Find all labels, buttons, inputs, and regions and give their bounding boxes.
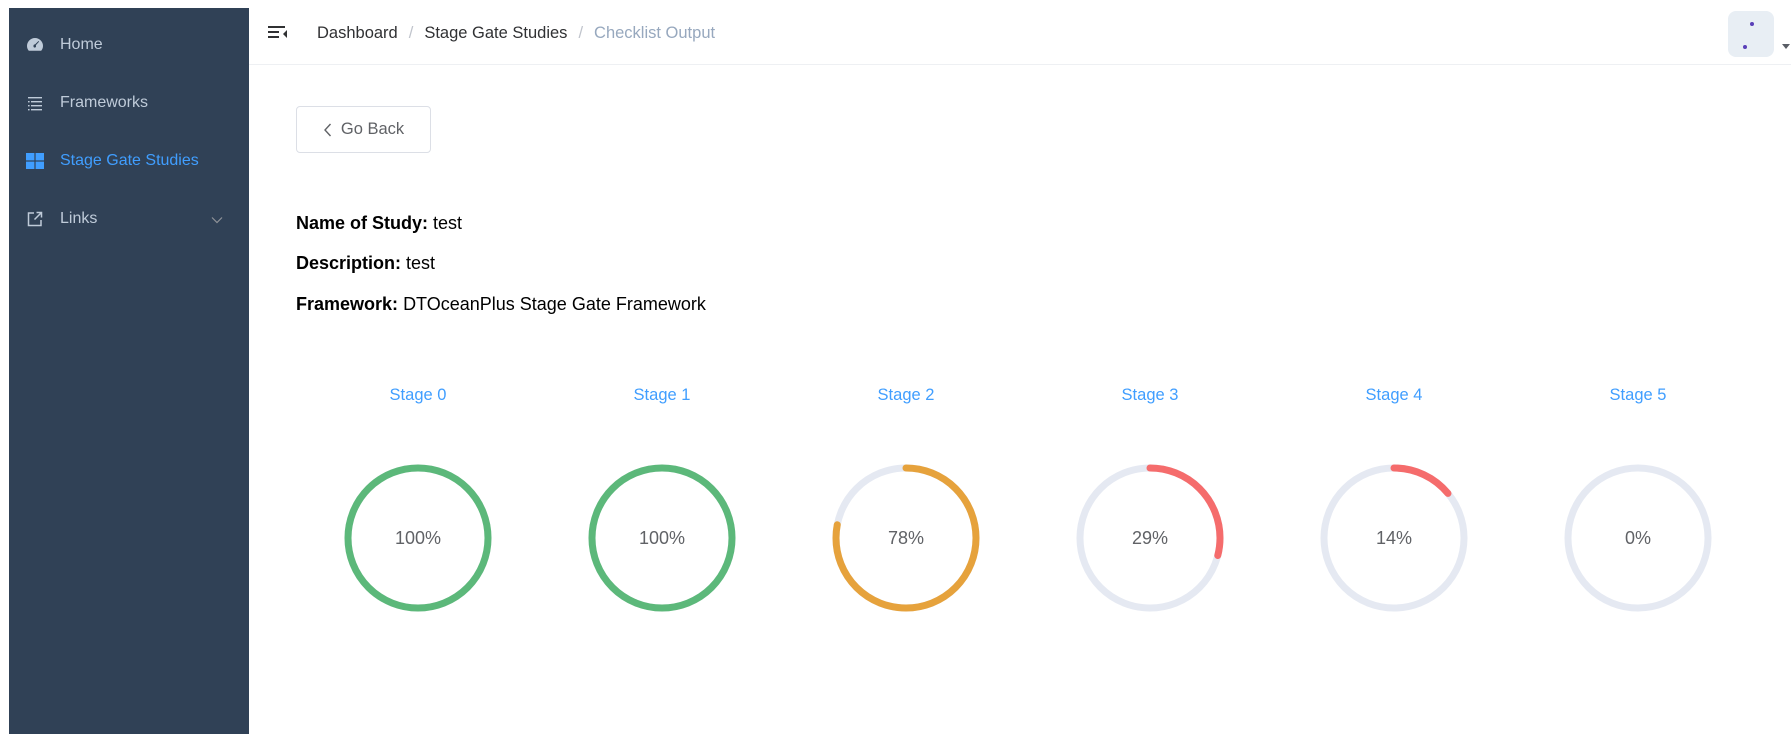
breadcrumb-checklist-output: Checklist Output [594, 24, 716, 42]
stage-percent: 14% [1375, 528, 1413, 548]
stage-percent: 29% [1131, 528, 1169, 548]
study-framework-label: Framework: [296, 294, 399, 314]
sidebar-item-home[interactable]: Home [9, 17, 249, 73]
dashboard-icon [25, 35, 45, 55]
stage-percent: 100% [638, 528, 686, 548]
stage-label[interactable]: Stage 2 [836, 386, 976, 405]
sidebar-item-label: Links [60, 210, 98, 227]
study-description: Description: test [296, 253, 435, 274]
sidebar-item-stage-gate-studies[interactable]: Stage Gate Studies [9, 133, 249, 189]
stage-label[interactable]: Stage 3 [1080, 386, 1220, 405]
breadcrumb: Dashboard / Stage Gate Studies / Checkli… [317, 24, 715, 43]
grid-icon [25, 151, 45, 171]
study-framework-value: DTOceanPlus Stage Gate Framework [403, 294, 706, 314]
go-back-button[interactable]: Go Back [296, 106, 431, 153]
breadcrumb-stage-gate-studies[interactable]: Stage Gate Studies [424, 24, 567, 43]
avatar[interactable] [1728, 11, 1774, 57]
sidebar-item-label: Stage Gate Studies [60, 152, 199, 169]
study-name-label: Name of Study: [296, 213, 429, 233]
stage-label[interactable]: Stage 0 [348, 386, 488, 405]
breadcrumb-separator: / [578, 24, 584, 42]
study-name: Name of Study: test [296, 213, 462, 234]
study-framework: Framework: DTOceanPlus Stage Gate Framew… [296, 294, 706, 315]
breadcrumb-dashboard[interactable]: Dashboard [317, 24, 398, 43]
study-description-value: test [406, 253, 436, 273]
arrow-left-icon [323, 123, 332, 137]
hamburger-icon[interactable] [267, 22, 289, 44]
go-back-label: Go Back [340, 120, 405, 138]
list-icon [25, 93, 45, 113]
caret-down-icon[interactable] [1782, 44, 1790, 49]
stage-percent: 78% [887, 528, 925, 548]
sidebar: Home Frameworks Stage Gate Studies Links [9, 8, 249, 734]
stage-percent: 0% [1624, 528, 1651, 548]
sidebar-item-frameworks[interactable]: Frameworks [9, 75, 249, 131]
sidebar-item-links[interactable]: Links [9, 191, 249, 247]
stage-label[interactable]: Stage 1 [592, 386, 732, 405]
stage-percent: 100% [394, 528, 442, 548]
app: Home Frameworks Stage Gate Studies Links [0, 0, 1791, 734]
navbar: Dashboard / Stage Gate Studies / Checkli… [249, 8, 1791, 65]
chevron-down-icon [211, 211, 223, 229]
sidebar-item-label: Home [60, 36, 103, 53]
external-link-icon [25, 209, 45, 229]
stage-label[interactable]: Stage 4 [1324, 386, 1464, 405]
study-name-value: test [433, 213, 463, 233]
stage-label[interactable]: Stage 5 [1568, 386, 1708, 405]
study-description-label: Description: [296, 253, 402, 273]
breadcrumb-separator: / [408, 24, 414, 42]
sidebar-item-label: Frameworks [60, 94, 149, 111]
